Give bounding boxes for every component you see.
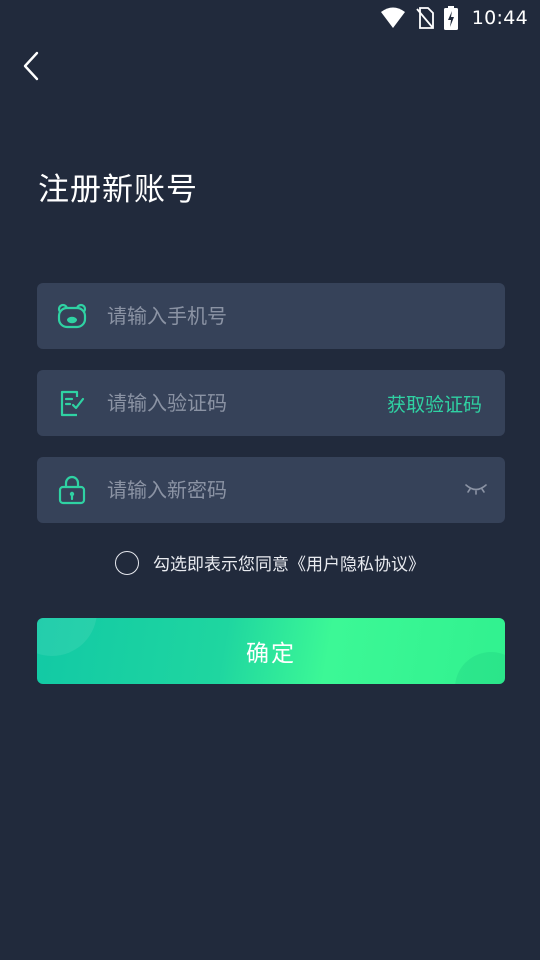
register-screen: 10:44 注册新账号 请输入手机号 请输入验证码 获取验证码 勾选即表示您同意… bbox=[0, 0, 540, 960]
phone-field bbox=[37, 283, 505, 349]
code-input[interactable] bbox=[107, 370, 387, 436]
agreement-checkbox[interactable] bbox=[115, 550, 139, 575]
clipboard-check-icon bbox=[37, 370, 107, 436]
chevron-left-icon bbox=[22, 51, 42, 85]
page-title: 注册新账号 bbox=[38, 172, 198, 208]
back-button[interactable] bbox=[14, 50, 50, 86]
code-field: 获取验证码 bbox=[37, 370, 505, 436]
no-sim-icon bbox=[416, 7, 434, 29]
phone-input[interactable] bbox=[107, 283, 505, 349]
confirm-label: 确定 bbox=[246, 641, 296, 667]
agreement-row: 勾选即表示您同意《用户隐私协议》 bbox=[0, 550, 540, 575]
bear-icon bbox=[37, 283, 107, 349]
status-time: 10:44 bbox=[471, 7, 528, 29]
status-bar: 10:44 bbox=[0, 0, 540, 36]
eye-closed-icon bbox=[465, 481, 487, 500]
wifi-icon bbox=[380, 7, 406, 29]
privacy-policy-link[interactable]: 《用户隐私协议》 bbox=[289, 555, 425, 575]
password-visibility-toggle[interactable] bbox=[447, 457, 505, 523]
password-field bbox=[37, 457, 505, 523]
get-code-button[interactable]: 获取验证码 bbox=[387, 390, 505, 417]
button-decoration bbox=[455, 652, 505, 684]
agreement-text: 勾选即表示您同意 bbox=[153, 555, 289, 575]
button-decoration bbox=[37, 618, 97, 656]
lock-icon bbox=[37, 457, 107, 523]
battery-charging-icon bbox=[443, 6, 458, 30]
confirm-button[interactable]: 确定 bbox=[37, 618, 505, 684]
password-input[interactable] bbox=[107, 457, 447, 523]
